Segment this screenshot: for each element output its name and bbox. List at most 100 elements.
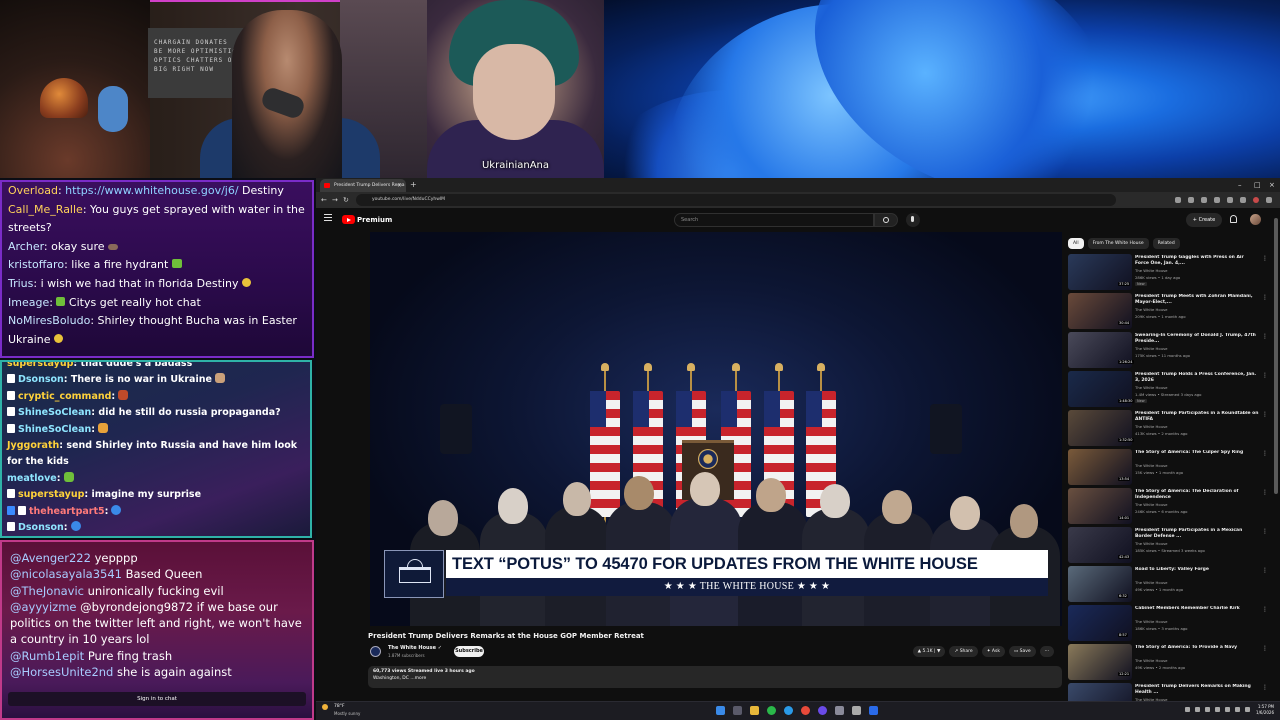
page-scrollbar[interactable] (1274, 218, 1278, 494)
recommendation-channel[interactable]: The White House (1135, 541, 1167, 546)
tray-icon[interactable] (1185, 707, 1190, 712)
tray-icon[interactable] (1225, 707, 1230, 712)
app-icon[interactable] (869, 706, 878, 715)
more-options-icon[interactable]: ⋮ (1262, 529, 1268, 535)
chip-all[interactable]: All (1068, 238, 1084, 249)
chat-username[interactable]: @Avenger222 (10, 551, 91, 565)
video-thumbnail[interactable] (1068, 683, 1132, 701)
like-button[interactable]: ▲ 5.1K | ▼ (912, 646, 946, 657)
more-options-icon[interactable]: ⋮ (1262, 295, 1268, 301)
recommendation-channel[interactable]: The White House (1135, 385, 1167, 390)
thumbs-down-icon[interactable]: ▼ (937, 649, 940, 654)
create-button[interactable]: + Create (1186, 213, 1222, 227)
file-explorer-icon[interactable] (750, 706, 759, 715)
more-options-icon[interactable]: ⋮ (1262, 490, 1268, 496)
weather-sun-icon[interactable] (322, 704, 328, 710)
chat-username[interactable]: @Rumb1epit (10, 649, 84, 663)
more-options-icon[interactable]: ⋮ (1262, 646, 1268, 652)
chat-username[interactable]: Call_Me_Ralle (8, 203, 83, 216)
chrome-icon[interactable] (801, 706, 810, 715)
recommendation-title[interactable]: The Story of America: The Declaration of… (1135, 489, 1259, 501)
more-options-icon[interactable]: ⋮ (1262, 334, 1268, 340)
recommendation-channel[interactable]: The White House (1135, 619, 1167, 624)
maximize-icon[interactable]: □ (1254, 178, 1261, 192)
back-icon[interactable]: ← (321, 194, 327, 206)
save-button[interactable]: ▭ Save (1008, 646, 1036, 657)
forward-icon[interactable]: → (332, 194, 338, 206)
wifi-icon[interactable] (1235, 707, 1240, 712)
recommendation-channel[interactable]: The White House (1135, 307, 1167, 312)
recommendation-item[interactable]: 1:32:50 President Trump Participates in a… (1068, 410, 1272, 448)
extension-icon[interactable] (1214, 197, 1220, 203)
start-icon[interactable] (716, 706, 725, 715)
browser-tab[interactable]: President Trump Delivers Rema × (320, 179, 406, 192)
video-player[interactable]: TEXT “POTUS” TO 45470 FOR UPDATES FROM T… (370, 232, 1062, 626)
more-options-icon[interactable]: ⋮ (1262, 685, 1268, 691)
extension-icon[interactable] (1201, 197, 1207, 203)
new-tab-button[interactable]: + (410, 178, 417, 192)
recommendation-channel[interactable]: The White House (1135, 268, 1167, 273)
chat-panel-primary[interactable]: Overload: https://www.whitehouse.gov/j6/… (0, 180, 314, 358)
share-button[interactable]: ↗ Share (949, 646, 978, 657)
obs-icon[interactable] (818, 706, 827, 715)
chat-username[interactable]: cryptic_command (18, 391, 111, 402)
account-avatar[interactable] (1250, 214, 1261, 225)
close-window-icon[interactable]: × (1269, 178, 1275, 192)
youtube-logo[interactable]: Premium (342, 214, 392, 225)
chat-username[interactable]: @nicolasayala3541 (10, 567, 122, 581)
chat-username[interactable]: Jyggorath (7, 440, 59, 451)
chat-username[interactable]: ShineSoClean (18, 424, 91, 435)
search-button[interactable] (874, 213, 898, 227)
recommendation-item[interactable]: 8:57 Cabinet Members Remember Charlie Kir… (1068, 605, 1272, 643)
chat-username[interactable]: ShineSoClean (18, 407, 91, 418)
recommendation-channel[interactable]: The White House (1135, 502, 1167, 507)
recommendation-channel[interactable]: The White House (1135, 580, 1167, 585)
recommendation-title[interactable]: The Story of America: The Culper Spy Rin… (1135, 450, 1259, 456)
search-input[interactable]: Search (674, 213, 874, 227)
chat-username[interactable]: Trius (8, 277, 33, 290)
description-box[interactable]: 60,773 views Streamed live 3 hours ago W… (368, 666, 1062, 688)
spotify-icon[interactable] (767, 706, 776, 715)
recommendation-item[interactable]: 1:26:24 Swearing-In Ceremony of Donald J.… (1068, 332, 1272, 370)
chat-username[interactable]: kristoffaro (8, 258, 64, 271)
recommendation-item[interactable]: 42:43 President Trump Participates in a M… (1068, 527, 1272, 565)
tray-icon[interactable] (1195, 707, 1200, 712)
more-options-icon[interactable]: ⋮ (1262, 607, 1268, 613)
voice-search-icon[interactable] (906, 213, 920, 227)
minimize-icon[interactable]: – (1238, 178, 1242, 192)
recommendation-channel[interactable]: The White House (1135, 463, 1167, 468)
recommendation-title[interactable]: President Trump Meets with Zohran Mamdan… (1135, 294, 1259, 306)
chat-username[interactable]: @TheJonavic (10, 584, 84, 598)
recommendation-item[interactable]: 37:25 President Trump Gaggles with Press … (1068, 254, 1272, 292)
recommendation-channel[interactable]: The White House (1135, 346, 1167, 351)
system-clock[interactable]: 1:57 PM 1/6/2026 (1256, 704, 1274, 716)
chat-username[interactable]: @HorsesUnite2nd (10, 665, 113, 679)
reload-icon[interactable]: ↻ (343, 194, 349, 206)
chat-username[interactable]: @ayyyizme (10, 600, 76, 614)
recommendation-title[interactable]: President Trump Holds a Press Conference… (1135, 372, 1259, 384)
chat-username[interactable]: superstayup (18, 489, 84, 500)
bookmark-icon[interactable] (1188, 197, 1194, 203)
close-tab-icon[interactable]: × (397, 179, 402, 192)
chat-username[interactable]: theheartpart5 (29, 506, 105, 517)
app-icon[interactable] (852, 706, 861, 715)
chat-username[interactable]: Overload (8, 184, 58, 197)
chat-username[interactable]: meatlove (7, 473, 57, 484)
recommendation-title[interactable]: President Trump Gaggles with Press on Ai… (1135, 255, 1259, 267)
chat-panel-secondary[interactable]: superstayup: that dude's a badass Dsonso… (0, 360, 312, 538)
tray-icon[interactable] (1205, 707, 1210, 712)
more-options-icon[interactable]: ⋮ (1262, 412, 1268, 418)
extension-icon[interactable] (1240, 197, 1246, 203)
ask-button[interactable]: ✦ Ask (981, 646, 1005, 657)
chat-link[interactable]: https://www.whitehouse.gov/j6/ (65, 184, 238, 197)
more-options-icon[interactable]: ⋮ (1262, 256, 1268, 262)
chip-from-channel[interactable]: From The White House (1087, 238, 1149, 249)
search-taskbar-icon[interactable] (733, 706, 742, 715)
chat-username[interactable]: superstayup (7, 362, 73, 369)
recommendation-title[interactable]: President Trump Participates in a Roundt… (1135, 411, 1259, 423)
recommendation-title[interactable]: Swearing-In Ceremony of Donald J. Trump,… (1135, 333, 1259, 345)
recommendation-item[interactable]: 1:48:30 President Trump Holds a Press Con… (1068, 371, 1272, 409)
chat-username[interactable]: Dsonson (18, 374, 64, 385)
hamburger-menu-icon[interactable] (324, 214, 332, 221)
subscribe-button[interactable]: Subscribe (454, 646, 484, 657)
